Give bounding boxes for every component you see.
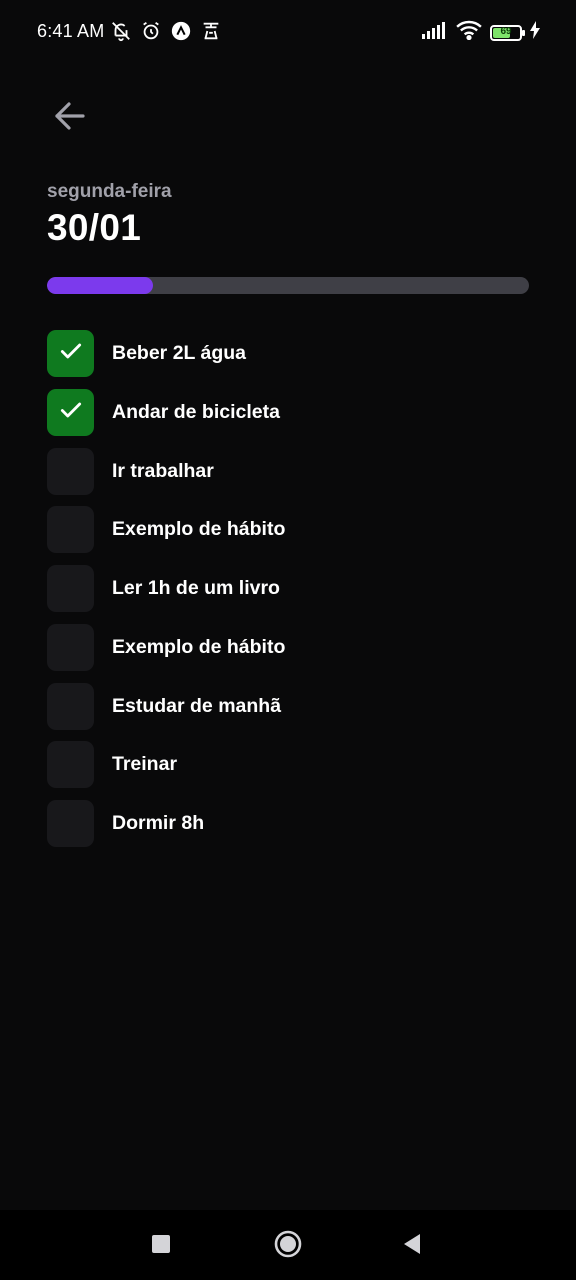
back-button[interactable]	[46, 94, 94, 142]
app-notification-icon	[170, 20, 192, 42]
habit-checkbox[interactable]	[47, 330, 94, 377]
battery-level: 69	[500, 25, 512, 37]
wifi-icon	[456, 20, 482, 45]
status-bar: 6:41 AM 69	[0, 0, 576, 64]
app-notification-icon-2	[200, 20, 222, 42]
check-icon	[58, 338, 84, 369]
back-nav-button[interactable]	[398, 1232, 426, 1260]
habit-item[interactable]: Estudar de manhã	[47, 682, 529, 730]
recents-icon	[151, 1234, 171, 1259]
habit-label: Exemplo de hábito	[112, 518, 286, 541]
habit-label: Dormir 8h	[112, 812, 205, 834]
system-nav-bar	[0, 1210, 576, 1280]
alarm-icon	[140, 20, 162, 42]
recents-button[interactable]	[147, 1232, 175, 1260]
home-button[interactable]	[274, 1230, 302, 1263]
habit-item[interactable]: Dormir 8h	[47, 800, 529, 847]
status-right-icons: 69	[422, 20, 540, 45]
habit-list: Beber 2L água Andar de bicicleta Ir trabal…	[47, 330, 529, 859]
habit-label: Treinar	[112, 753, 178, 776]
progress-fill	[47, 277, 154, 294]
habit-checkbox[interactable]	[47, 565, 94, 612]
page-title: 30/01	[47, 207, 142, 248]
habit-label: Estudar de manhã	[112, 694, 282, 717]
habit-checkbox[interactable]	[47, 623, 94, 671]
habit-item[interactable]: Beber 2L água	[47, 330, 529, 377]
habit-label: Exemplo de hábito	[112, 635, 286, 658]
status-left-icons	[110, 20, 222, 42]
habit-checkbox[interactable]	[47, 682, 94, 730]
habit-item[interactable]: Ir trabalhar	[47, 447, 529, 495]
back-nav-icon	[402, 1233, 422, 1260]
habits-progress-bar	[47, 277, 529, 294]
habit-label: Ir trabalhar	[112, 459, 214, 482]
arrow-left-icon	[52, 98, 88, 139]
habit-checkbox[interactable]	[47, 741, 94, 789]
habit-item[interactable]: Treinar	[47, 741, 529, 789]
habit-checkbox[interactable]	[47, 388, 94, 436]
habit-checkbox[interactable]	[47, 447, 94, 495]
charging-icon	[530, 21, 540, 44]
habit-label: Beber 2L água	[112, 342, 247, 364]
habit-label: Andar de bicicleta	[112, 400, 280, 423]
habit-item[interactable]: Ler 1h de um livro	[47, 565, 529, 612]
habit-item[interactable]: Exemplo de hábito	[47, 506, 529, 554]
habit-item[interactable]: Exemplo de hábito	[47, 623, 529, 671]
habit-checkbox[interactable]	[47, 506, 94, 554]
check-icon	[58, 397, 84, 428]
home-icon	[274, 1230, 302, 1263]
weekday-label: segunda-feira	[47, 181, 172, 202]
signal-icon	[422, 21, 448, 44]
habit-label: Ler 1h de um livro	[112, 577, 280, 599]
battery-icon: 69	[490, 24, 525, 41]
status-time: 6:41 AM	[37, 21, 105, 41]
notifications-off-icon	[110, 20, 132, 42]
habit-checkbox[interactable]	[47, 800, 94, 847]
habit-item[interactable]: Andar de bicicleta	[47, 388, 529, 436]
